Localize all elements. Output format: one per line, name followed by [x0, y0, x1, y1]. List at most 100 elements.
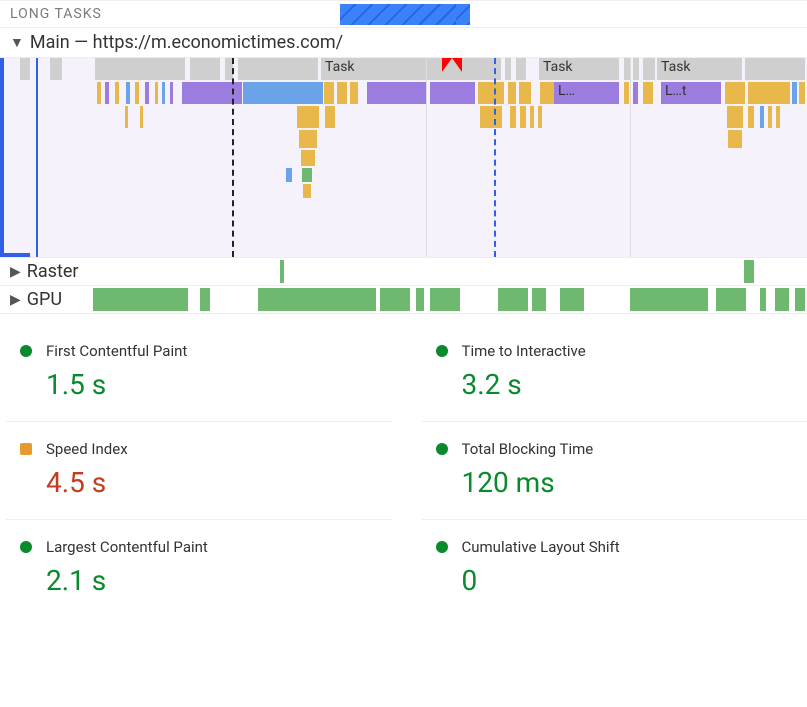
flame-bar[interactable]	[243, 82, 323, 104]
flame-bar[interactable]	[530, 106, 534, 128]
task-label: Task	[657, 59, 691, 75]
flame-bar[interactable]	[162, 82, 165, 104]
flame-bar[interactable]	[792, 82, 797, 104]
flame-bar[interactable]	[367, 82, 427, 104]
expand-icon[interactable]: ▶	[10, 292, 21, 308]
flame-bar[interactable]	[297, 106, 319, 128]
long-task-block[interactable]	[340, 4, 470, 25]
task-label: L…t	[661, 83, 687, 99]
flame-bar[interactable]	[540, 82, 554, 104]
flame-bar[interactable]	[325, 106, 335, 128]
flame-bar[interactable]	[126, 82, 130, 104]
gpu-bar[interactable]	[380, 288, 410, 311]
raster-label: Raster	[27, 261, 79, 282]
flame-bar[interactable]	[140, 106, 143, 128]
flame-bar[interactable]	[301, 150, 315, 166]
flame-bar[interactable]	[624, 82, 629, 104]
gpu-bar[interactable]	[760, 288, 766, 311]
metric-value: 4.5 s	[46, 466, 380, 499]
flame-bar[interactable]	[508, 82, 516, 104]
gpu-bar[interactable]	[795, 288, 805, 311]
gpu-bar[interactable]	[430, 288, 460, 311]
gpu-bar[interactable]	[498, 288, 528, 311]
task-bar[interactable]	[225, 58, 233, 80]
metric-value: 120 ms	[462, 466, 796, 499]
flame-bar[interactable]	[538, 106, 542, 128]
task-bar[interactable]	[643, 58, 655, 80]
raster-bar[interactable]	[280, 260, 284, 283]
flame-bar[interactable]	[350, 82, 358, 104]
metric-value: 3.2 s	[462, 368, 796, 401]
status-dot-icon	[20, 345, 32, 357]
task-bar[interactable]	[745, 58, 805, 80]
gpu-bar[interactable]	[716, 288, 746, 311]
gpu-track[interactable]: ▶ GPU	[0, 286, 807, 314]
gpu-bar[interactable]	[775, 288, 789, 311]
main-track-header[interactable]: ▼ Main — https://m.economictimes.com/	[0, 28, 807, 58]
task-bar[interactable]	[624, 58, 630, 80]
flame-bar[interactable]	[170, 82, 173, 104]
metric-value: 0	[462, 564, 796, 597]
flame-bar[interactable]	[135, 82, 139, 104]
flame-bar[interactable]	[302, 168, 312, 182]
flame-bar[interactable]	[337, 82, 347, 104]
task-bar[interactable]	[633, 58, 639, 80]
flame-bar[interactable]	[115, 82, 119, 104]
gpu-bar[interactable]	[532, 288, 546, 311]
task-bar[interactable]	[505, 58, 511, 80]
flame-bar[interactable]	[643, 82, 653, 104]
status-dot-icon	[20, 443, 32, 455]
flame-bar[interactable]	[776, 106, 780, 128]
task-bar[interactable]	[50, 58, 62, 80]
flame-bar[interactable]	[727, 106, 743, 128]
gpu-bar[interactable]	[630, 288, 708, 311]
metrics-grid: First Contentful Paint 1.5 s Time to Int…	[0, 314, 807, 627]
flame-bar[interactable]	[478, 82, 504, 104]
gpu-bar[interactable]	[416, 288, 424, 311]
expand-icon[interactable]: ▶	[10, 264, 21, 280]
flame-bar[interactable]	[145, 82, 149, 104]
metric-cls: Cumulative Layout Shift 0	[422, 520, 807, 617]
flame-bar[interactable]	[324, 82, 334, 104]
task-bar[interactable]	[20, 58, 30, 80]
flame-bar[interactable]	[155, 82, 158, 104]
flame-bar[interactable]	[519, 82, 531, 104]
gpu-bar[interactable]	[200, 288, 210, 311]
task-bar[interactable]	[95, 58, 185, 80]
flame-bar[interactable]	[125, 106, 128, 128]
flame-bar[interactable]	[182, 82, 242, 104]
flame-bar[interactable]	[480, 106, 502, 128]
status-dot-icon	[20, 541, 32, 553]
flame-bar[interactable]	[286, 168, 292, 182]
task-bar[interactable]	[516, 58, 526, 80]
flame-bar[interactable]	[303, 184, 311, 198]
gpu-bar[interactable]	[258, 288, 376, 311]
flame-bar[interactable]	[748, 82, 790, 104]
flame-bar[interactable]	[728, 130, 742, 148]
collapse-icon[interactable]: ▼	[10, 34, 24, 51]
main-flame-chart[interactable]: Task Task Task L…	[0, 58, 807, 258]
raster-bar[interactable]	[744, 260, 754, 283]
metric-value: 2.1 s	[46, 564, 380, 597]
flame-bar[interactable]	[510, 106, 516, 128]
flame-bar[interactable]	[520, 106, 526, 128]
flame-bar[interactable]	[725, 82, 745, 104]
flame-bar[interactable]	[760, 106, 764, 128]
metric-name: First Contentful Paint	[46, 342, 187, 360]
main-track-label: Main — https://m.economictimes.com/	[30, 32, 343, 53]
raster-track[interactable]: ▶ Raster	[0, 258, 807, 286]
task-bar[interactable]	[190, 58, 220, 80]
flame-bar[interactable]	[97, 82, 101, 104]
flame-bar[interactable]	[299, 130, 317, 148]
flame-bar[interactable]	[768, 106, 772, 128]
flame-bar[interactable]	[430, 82, 475, 104]
flame-bar[interactable]	[633, 82, 638, 104]
metric-value: 1.5 s	[46, 368, 380, 401]
task-bar[interactable]	[238, 58, 318, 80]
flame-bar[interactable]	[105, 82, 109, 104]
flame-bar[interactable]	[748, 106, 754, 128]
gpu-bar[interactable]	[560, 288, 584, 311]
gpu-bar[interactable]	[93, 288, 188, 311]
metric-name: Total Blocking Time	[462, 440, 594, 458]
flame-bar[interactable]	[799, 82, 805, 104]
